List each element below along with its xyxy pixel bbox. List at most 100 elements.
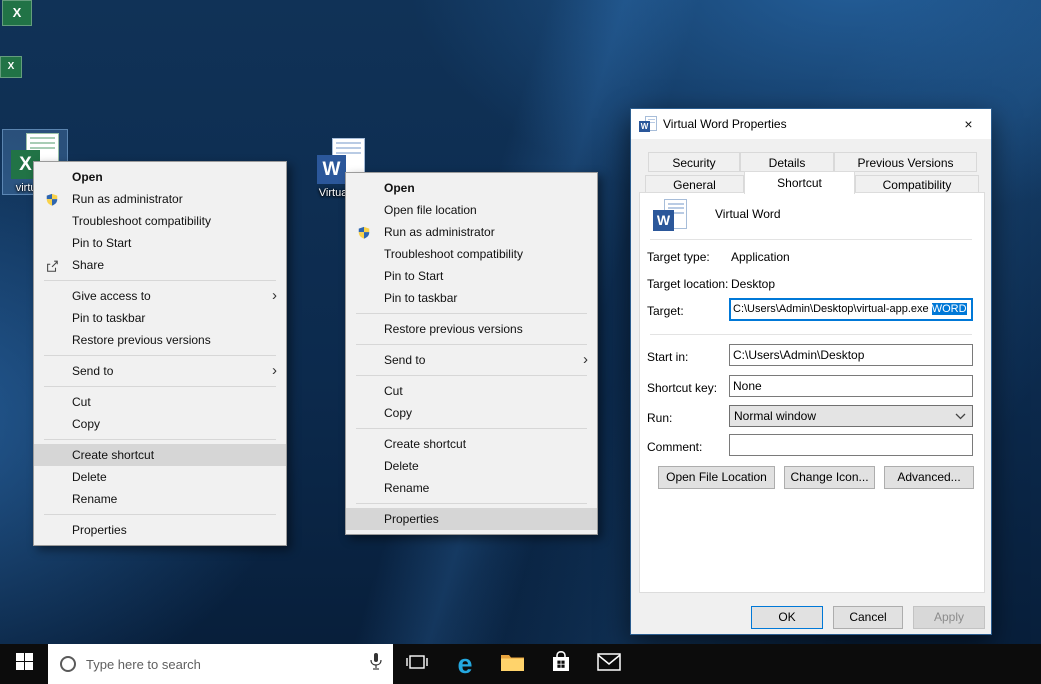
start-in-label: Start in:	[647, 350, 688, 364]
search-box[interactable]	[48, 644, 393, 684]
comment-label: Comment:	[647, 440, 702, 454]
uac-shield-icon	[45, 192, 59, 206]
menu-separator	[356, 344, 587, 345]
tab-row-back: Security Details Previous Versions	[648, 152, 977, 172]
ok-button[interactable]: OK	[751, 606, 823, 629]
cancel-button[interactable]: Cancel	[833, 606, 903, 629]
menu-item-restore-previous-versions[interactable]: Restore previous versions	[346, 318, 597, 340]
menu-item-pin-to-taskbar[interactable]: Pin to taskbar	[346, 287, 597, 309]
menu-separator	[44, 355, 276, 356]
menu-item-troubleshoot-compatibility[interactable]: Troubleshoot compatibility	[34, 210, 286, 232]
menu-item-cut[interactable]: Cut	[34, 391, 286, 413]
start-button[interactable]	[0, 644, 48, 684]
menu-separator	[44, 439, 276, 440]
file-explorer-button[interactable]	[489, 644, 537, 684]
context-menu-exe: Open Run as administrator Troubleshoot c…	[33, 161, 287, 546]
selected-text: WORD	[932, 303, 967, 315]
dialog-titlebar[interactable]: W Virtual Word Properties ×	[631, 109, 991, 139]
word-icon: W	[639, 116, 657, 132]
dialog-title: Virtual Word Properties	[663, 117, 787, 131]
menu-item-restore-previous-versions[interactable]: Restore previous versions	[34, 329, 286, 351]
menu-item-cut[interactable]: Cut	[346, 380, 597, 402]
separator	[650, 334, 972, 335]
menu-separator	[356, 375, 587, 376]
menu-item-send-to[interactable]: Send to ›	[34, 360, 286, 382]
open-file-location-button[interactable]: Open File Location	[658, 466, 775, 489]
menu-item-open[interactable]: Open	[34, 166, 286, 188]
excel-icon: X	[2, 0, 32, 26]
menu-separator	[356, 503, 587, 504]
task-view-icon	[405, 653, 429, 676]
menu-item-pin-to-taskbar[interactable]: Pin to taskbar	[34, 307, 286, 329]
menu-item-properties[interactable]: Properties	[346, 508, 597, 530]
shortcut-key-input[interactable]	[729, 375, 973, 397]
menu-item-copy[interactable]: Copy	[34, 413, 286, 435]
share-icon	[45, 258, 59, 272]
menu-item-delete[interactable]: Delete	[346, 455, 597, 477]
target-location-value: Desktop	[731, 277, 775, 291]
tab-details[interactable]: Details	[740, 152, 834, 172]
word-icon: W	[653, 199, 687, 231]
shortcut-tab-page: W Virtual Word Target type: Application …	[639, 192, 985, 593]
menu-item-send-to[interactable]: Send to ›	[346, 349, 597, 371]
excel-icon: X	[0, 56, 22, 78]
menu-item-run-as-administrator[interactable]: Run as administrator	[34, 188, 286, 210]
task-view-button[interactable]	[393, 644, 441, 684]
submenu-arrow-icon: ›	[272, 360, 277, 382]
menu-separator	[356, 313, 587, 314]
app-name: Virtual Word	[715, 207, 781, 221]
menu-item-run-as-administrator[interactable]: Run as administrator	[346, 221, 597, 243]
comment-input[interactable]	[729, 434, 973, 456]
apply-button[interactable]: Apply	[913, 606, 985, 629]
tab-previous-versions[interactable]: Previous Versions	[834, 152, 977, 172]
mail-button[interactable]	[585, 644, 633, 684]
menu-item-give-access-to[interactable]: Give access to ›	[34, 285, 286, 307]
submenu-arrow-icon: ›	[583, 349, 588, 371]
menu-item-share[interactable]: Share	[34, 254, 286, 276]
folder-icon	[500, 652, 526, 677]
start-in-input[interactable]	[729, 344, 973, 366]
submenu-arrow-icon: ›	[272, 285, 277, 307]
context-menu-shortcut: Open Open file location Run as administr…	[345, 172, 598, 535]
menu-item-rename[interactable]: Rename	[346, 477, 597, 499]
menu-item-pin-to-start[interactable]: Pin to Start	[34, 232, 286, 254]
shortcut-key-label: Shortcut key:	[647, 381, 717, 395]
change-icon-button[interactable]: Change Icon...	[784, 466, 875, 489]
edge-icon: e	[457, 644, 472, 684]
menu-item-copy[interactable]: Copy	[346, 402, 597, 424]
microphone-icon[interactable]	[369, 652, 383, 676]
menu-item-create-shortcut[interactable]: Create shortcut	[346, 433, 597, 455]
tab-row-front: General Shortcut Compatibility	[645, 171, 979, 194]
menu-item-create-shortcut[interactable]: Create shortcut	[34, 444, 286, 466]
close-button[interactable]: ×	[946, 109, 991, 139]
uac-shield-icon	[357, 225, 371, 239]
menu-item-rename[interactable]: Rename	[34, 488, 286, 510]
search-input[interactable]	[86, 657, 369, 672]
desktop-wallpaper: X X X virtual... W Virtual W Open Run	[0, 0, 1041, 684]
menu-item-open[interactable]: Open	[346, 177, 597, 199]
menu-item-properties[interactable]: Properties	[34, 519, 286, 541]
separator	[650, 239, 972, 240]
target-input[interactable]: C:\Users\Admin\Desktop\virtual-app.exe W…	[729, 298, 973, 321]
desktop-icon-mini-2[interactable]: X	[0, 56, 22, 78]
menu-item-open-file-location[interactable]: Open file location	[346, 199, 597, 221]
menu-item-pin-to-start[interactable]: Pin to Start	[346, 265, 597, 287]
menu-item-delete[interactable]: Delete	[34, 466, 286, 488]
advanced-button[interactable]: Advanced...	[884, 466, 974, 489]
chevron-down-icon	[955, 409, 966, 423]
desktop-icon-mini-1[interactable]: X	[2, 0, 32, 26]
edge-button[interactable]: e	[441, 644, 489, 684]
target-type-value: Application	[731, 250, 790, 264]
run-combobox[interactable]: Normal window	[729, 405, 973, 427]
target-label: Target:	[647, 304, 684, 318]
tab-security[interactable]: Security	[648, 152, 740, 172]
menu-item-troubleshoot-compatibility[interactable]: Troubleshoot compatibility	[346, 243, 597, 265]
search-circle-icon	[60, 656, 76, 672]
store-button[interactable]	[537, 644, 585, 684]
mail-icon	[597, 653, 621, 676]
tab-shortcut[interactable]: Shortcut	[744, 171, 855, 194]
menu-separator	[44, 514, 276, 515]
target-location-label: Target location:	[647, 277, 728, 291]
windows-logo-icon	[16, 653, 33, 675]
taskbar: e	[0, 644, 1041, 684]
